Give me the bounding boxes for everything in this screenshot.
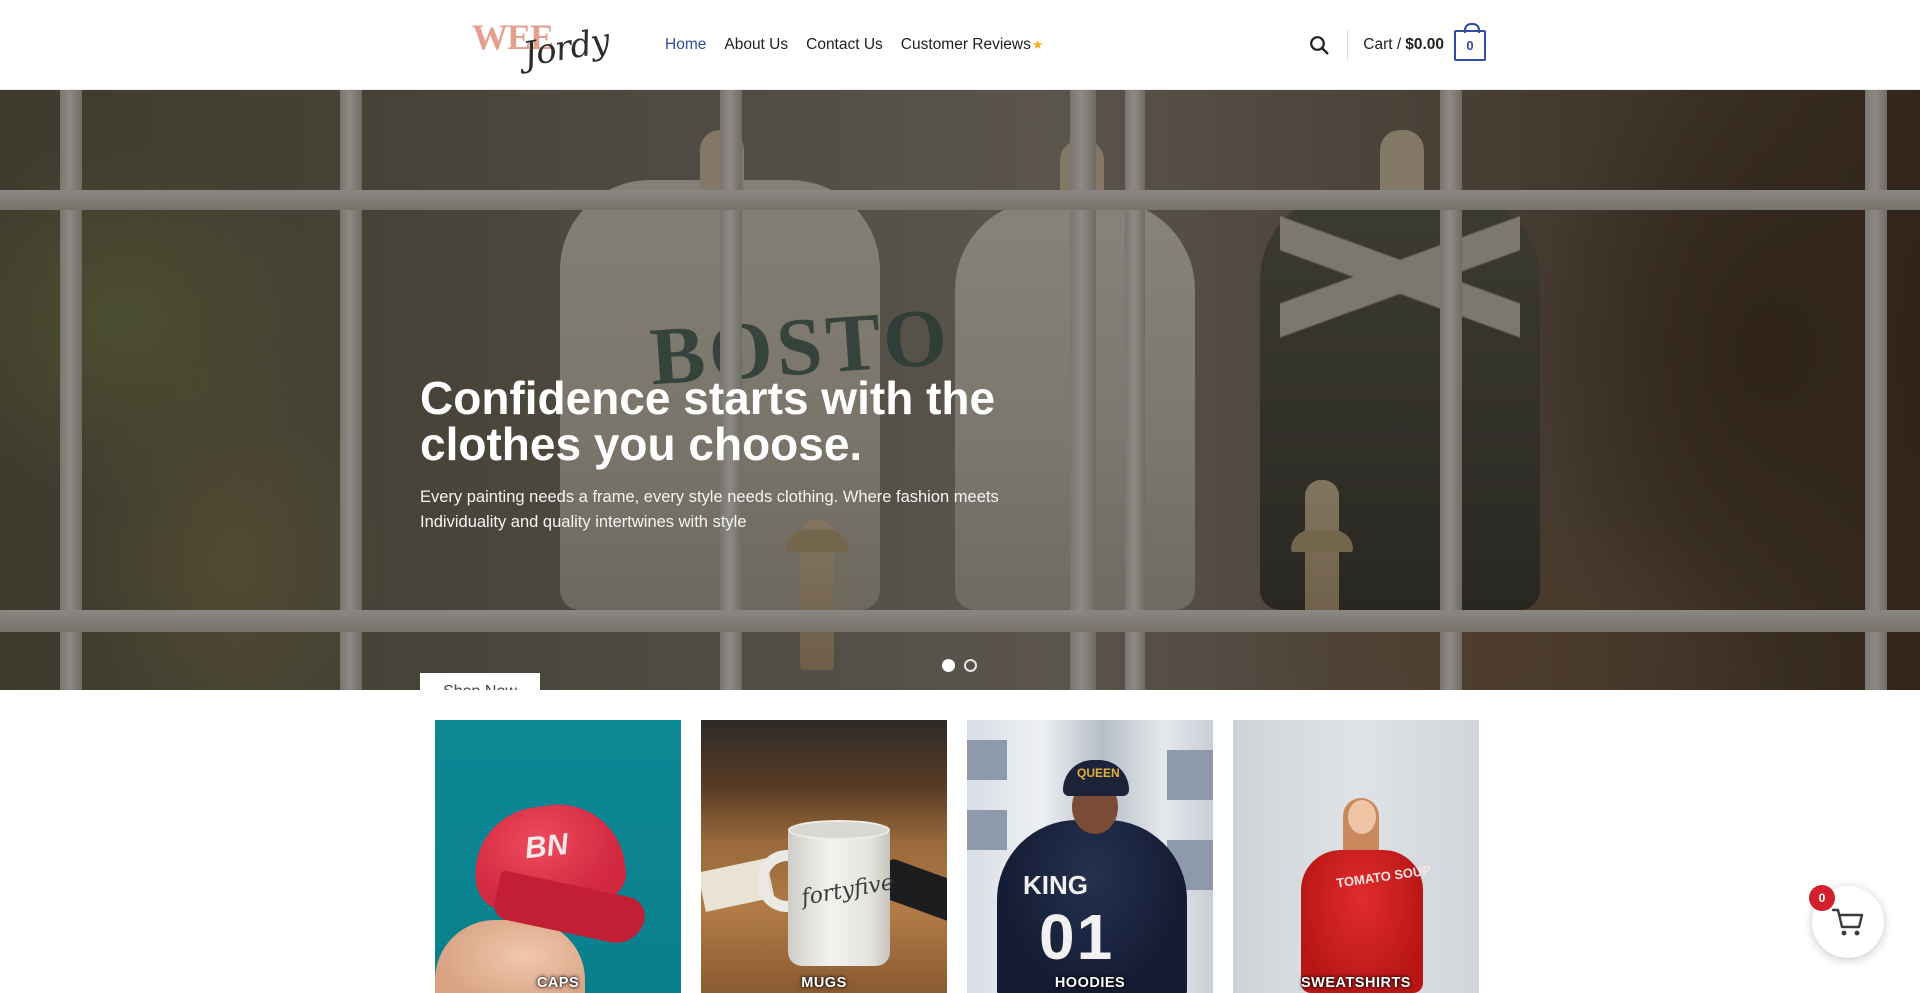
nav-item-about-us[interactable]: About Us — [724, 36, 788, 54]
star-icon: ★ — [1031, 37, 1044, 52]
site-header: WEE Jordy Home About Us Contact Us Custo… — [0, 0, 1920, 90]
main-nav: Home About Us Contact Us Customer Review… — [665, 0, 1062, 90]
cart-label: Cart / — [1363, 36, 1402, 53]
shopping-cart-icon — [1831, 908, 1864, 936]
slider-dot-1[interactable] — [942, 659, 955, 672]
floating-cart-button[interactable]: 0 — [1809, 885, 1884, 958]
floating-cart-count: 0 — [1809, 885, 1835, 911]
hero-content: Confidence starts with the clothes you c… — [420, 372, 1040, 690]
cart-link[interactable]: Cart / $0.00 0 — [1363, 22, 1486, 61]
slider-dot-2[interactable] — [964, 659, 977, 672]
category-image-building-window — [1167, 750, 1213, 800]
category-label: HOODIES — [1054, 975, 1126, 991]
category-image-building-window — [967, 810, 1007, 850]
nav-item-customer-reviews-label: Customer Reviews — [900, 36, 1031, 53]
search-button[interactable] — [1305, 31, 1333, 59]
category-label: SWEATSHIRTS — [1301, 975, 1411, 991]
search-icon — [1310, 36, 1329, 55]
category-card-hoodies[interactable]: QUEEN KING 01 HOODIES — [967, 720, 1213, 993]
nav-item-customer-reviews[interactable]: Customer Reviews ★ — [901, 36, 1044, 54]
slider-pagination — [942, 659, 986, 672]
category-image-cap-logo: BN — [523, 827, 570, 866]
cart-count: 0 — [1466, 37, 1474, 53]
nav-item-about-us-label: About Us — [724, 36, 789, 53]
category-card-caps[interactable]: BN CAPS — [435, 720, 681, 993]
category-label: MUGS — [801, 975, 847, 991]
category-label: CAPS — [536, 975, 580, 991]
hero-slider: BOSTO Confidence starts with the clothes… — [0, 90, 1920, 690]
shop-now-button[interactable]: Shop Now — [420, 673, 540, 690]
hero-title: Confidence starts with the clothes you c… — [420, 372, 996, 470]
category-image-mug-rim — [788, 820, 890, 840]
header-actions: Cart / $0.00 0 — [1305, 0, 1486, 90]
nav-item-contact-us-label: Contact Us — [806, 36, 883, 53]
header-divider — [1347, 30, 1349, 60]
nav-item-home[interactable]: Home — [665, 36, 706, 54]
cart-count-badge[interactable]: 0 — [1454, 22, 1486, 61]
site-logo[interactable]: WEE Jordy — [470, 17, 612, 75]
category-card-sweatshirts[interactable]: TOMATO SOUP SWEATSHIRTS — [1233, 720, 1479, 993]
category-card-mugs[interactable]: fortyfive MUGS — [701, 720, 947, 993]
category-image-beanie-text: QUEEN — [1077, 766, 1120, 780]
category-image-building-window — [967, 740, 1007, 780]
header-inner: WEE Jordy Home About Us Contact Us Custo… — [470, 0, 1486, 90]
cart-total: $0.00 — [1405, 36, 1444, 53]
nav-item-home-label: Home — [665, 36, 707, 53]
category-image-hoodie-text: KING — [1023, 870, 1088, 900]
category-image-face — [1348, 800, 1376, 834]
nav-item-contact-us[interactable]: Contact Us — [806, 36, 883, 54]
category-image-hoodie-number: 01 — [1039, 901, 1115, 973]
hero-subtitle: Every painting needs a frame, every styl… — [420, 488, 999, 531]
